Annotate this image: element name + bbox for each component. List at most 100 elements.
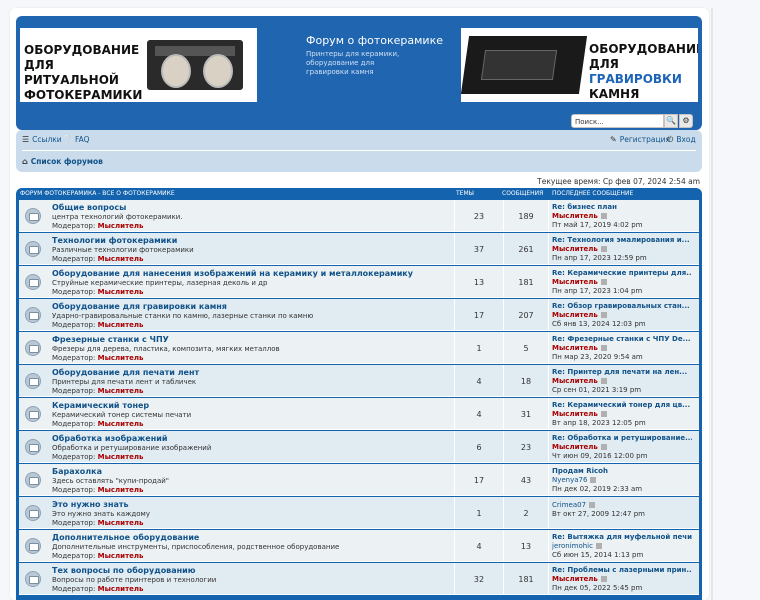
last-post-author-name: Мыслитель (552, 311, 598, 319)
last-post-title-link[interactable]: Re: Технология эмалирования и... (552, 236, 692, 244)
forum-title-link[interactable]: Оборудование для нанесения изображений н… (52, 269, 413, 278)
last-post-title-link[interactable]: Re: бизнес план (552, 203, 692, 211)
forum-title-link[interactable]: Барахолка (52, 467, 102, 476)
moderator-link[interactable]: Мыслитель (98, 255, 144, 263)
last-post-title-link[interactable]: Re: Керамический тонер для цв... (552, 401, 692, 409)
last-post-title-link[interactable]: Продам Ricoh (552, 467, 692, 475)
last-post-author[interactable]: Мыслитель (552, 344, 607, 352)
breadcrumb[interactable]: ⌂ Список форумов (22, 157, 103, 166)
column-divider (503, 332, 504, 364)
forum-row[interactable]: Оборудование для нанесения изображений н… (19, 266, 699, 298)
login-link[interactable]: ⏻ Вход (667, 135, 696, 145)
last-post-author[interactable]: Мыслитель (552, 377, 607, 385)
moderator-link[interactable]: Мыслитель (98, 387, 144, 395)
last-post-title-link[interactable]: Re: Фрезерные станки с ЧПУ De... (552, 335, 692, 343)
forum-row[interactable]: Керамический тонер Керамический тонер сис… (19, 398, 699, 430)
view-latest-post-icon[interactable] (590, 477, 597, 483)
forum-title-link[interactable]: Керамический тонер (52, 401, 149, 410)
last-post-date: Пт май 17, 2019 4:02 pm (552, 221, 643, 229)
forum-row[interactable]: Обработка изображений Обработка и ретушир… (19, 431, 699, 463)
column-divider (548, 233, 549, 265)
banner-line: ДЛЯ ГРАВИРОВКИ (589, 57, 697, 87)
last-post-title-link[interactable]: Re: Принтер для печати на лен... (552, 368, 692, 376)
moderator-link[interactable]: Мыслитель (98, 222, 144, 230)
forum-row[interactable]: Тех вопросы по оборудованию Вопросы по ра… (19, 563, 699, 595)
last-post-author[interactable]: Мыслитель (552, 410, 607, 418)
last-post-title-link[interactable]: Re: Обзор гравировальных стан... (552, 302, 692, 310)
links-menu[interactable]: ☰ Ссылки (22, 135, 62, 144)
moderator-link[interactable]: Мыслитель (98, 321, 144, 329)
forum-title-link[interactable]: Оборудование для гравировки камня (52, 302, 227, 311)
last-post-author[interactable]: Мыслитель (552, 212, 607, 220)
forum-row[interactable]: Технологии фотокерамики Различные техноло… (19, 233, 699, 265)
search-button[interactable]: 🔍 (664, 114, 678, 128)
last-post-date: Вт апр 18, 2023 12:05 pm (552, 419, 646, 427)
last-post-author[interactable]: jeronimohic (552, 542, 602, 550)
last-post-author[interactable]: Crimea07 (552, 501, 596, 509)
forum-title-link[interactable]: Фрезерные станки с ЧПУ (52, 335, 169, 344)
moderator-link[interactable]: Мыслитель (98, 420, 144, 428)
last-post-author[interactable]: Мыслитель (552, 575, 607, 583)
last-post-title-link[interactable]: Re: Проблемы с лазерными прин... (552, 566, 692, 574)
last-post-author[interactable]: Мыслитель (552, 245, 607, 253)
last-post-title-link[interactable]: Re: Обработка и ретуширование... (552, 434, 692, 442)
scrollbar[interactable] (711, 8, 713, 600)
view-latest-post-icon[interactable] (600, 411, 607, 417)
forum-title-link[interactable]: Общие вопросы (52, 203, 126, 212)
view-latest-post-icon[interactable] (595, 543, 602, 549)
moderator-link[interactable]: Мыслитель (98, 354, 144, 362)
view-latest-post-icon[interactable] (589, 502, 596, 508)
moderator-link[interactable]: Мыслитель (98, 519, 144, 527)
faq-link[interactable]: ❔ FAQ (62, 135, 90, 144)
banner-engraving[interactable]: ОБОРУДОВАНИЕ ДЛЯ ГРАВИРОВКИ КАМНЯ (461, 28, 698, 102)
forum-title-link[interactable]: Технологии фотокерамики (52, 236, 177, 245)
view-latest-post-icon[interactable] (600, 345, 607, 351)
view-latest-post-icon[interactable] (600, 279, 607, 285)
forum-title-link[interactable]: Дополнительное оборудование (52, 533, 199, 542)
view-latest-post-icon[interactable] (600, 213, 607, 219)
banner-ceramics[interactable]: ОБОРУДОВАНИЕ ДЛЯ РИТУАЛЬНОЙ ФОТОКЕРАМИКИ (20, 28, 257, 102)
view-latest-post-icon[interactable] (600, 576, 607, 582)
forum-row[interactable]: Фрезерные станки с ЧПУ Фрезеры для дерева… (19, 332, 699, 364)
forum-title-link[interactable]: Оборудование для печати лент (52, 368, 199, 377)
forum-row[interactable]: Общие вопросы центра технологий фотокерам… (19, 200, 699, 232)
view-latest-post-icon[interactable] (600, 312, 607, 318)
moderator-link[interactable]: Мыслитель (98, 453, 144, 461)
moderator-link[interactable]: Мыслитель (98, 486, 144, 494)
forum-title-link[interactable]: Это нужно знать (52, 500, 129, 509)
forum-description: Это нужно знать каждому (52, 510, 150, 518)
site-title[interactable]: Форум о фотокерамике (306, 34, 443, 47)
banner-line: РИТУАЛЬНОЙ (24, 73, 119, 87)
category-title[interactable]: ФОРУМ ФОТОКЕРАМИКА - ВСЕ О ФОТОКЕРАМИКЕ (20, 188, 175, 200)
printer-image (147, 40, 243, 90)
forum-row[interactable]: Это нужно знать Это нужно знать каждому Мо… (19, 497, 699, 529)
forum-title-link[interactable]: Тех вопросы по оборудованию (52, 566, 196, 575)
search-input[interactable]: Поиск... (571, 114, 664, 128)
last-post-author[interactable]: Мыслитель (552, 278, 607, 286)
view-latest-post-icon[interactable] (600, 246, 607, 252)
forum-row[interactable]: Оборудование для печати лент Принтеры для… (19, 365, 699, 397)
advanced-search-button[interactable]: ⚙ (679, 114, 693, 128)
moderator-label: Модератор: (52, 387, 96, 395)
moderator-link[interactable]: Мыслитель (98, 288, 144, 296)
last-post-author[interactable]: Мыслитель (552, 443, 607, 451)
moderator-link[interactable]: Мыслитель (98, 585, 144, 593)
banner-engraving-text: ОБОРУДОВАНИЕ ДЛЯ ГРАВИРОВКИ КАМНЯ (589, 42, 698, 102)
forum-read-icon (25, 406, 41, 422)
forum-row[interactable]: Оборудование для гравировки камня Ударно-… (19, 299, 699, 331)
forum-row[interactable]: Дополнительное оборудование Дополнительны… (19, 530, 699, 562)
last-post-title-link[interactable]: Re: Керамические принтеры для... (552, 269, 692, 277)
last-post-author[interactable]: Nyenya76 (552, 476, 597, 484)
view-latest-post-icon[interactable] (600, 444, 607, 450)
last-post-author[interactable]: Мыслитель (552, 311, 607, 319)
forum-title-link[interactable]: Обработка изображений (52, 434, 167, 443)
moderator-link[interactable]: Мыслитель (98, 552, 144, 560)
forum-description: Обработка и ретуширование изображений (52, 444, 212, 452)
banner-line: КАМНЯ (589, 87, 640, 101)
forum-description: Ударно-гравировальные станки по камню, л… (52, 312, 314, 320)
last-post-date: Чт июн 09, 2016 12:00 pm (552, 452, 648, 460)
forum-row[interactable]: Барахолка Здесь оставлять "купи-продай" Мо… (19, 464, 699, 496)
register-link[interactable]: ✎ Регистрация (610, 135, 670, 144)
view-latest-post-icon[interactable] (600, 378, 607, 384)
last-post-title-link[interactable]: Re: Вытяжка для муфельной печи (552, 533, 692, 541)
